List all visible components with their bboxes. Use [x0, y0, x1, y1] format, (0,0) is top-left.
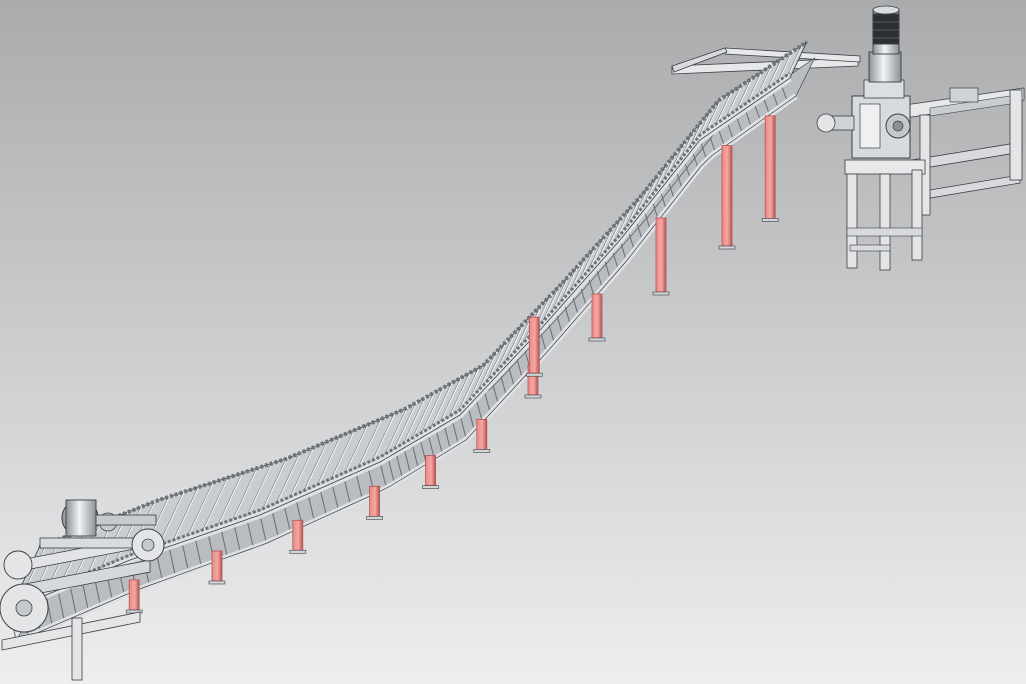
leg-foot [525, 372, 543, 377]
support-leg [211, 550, 223, 582]
motor-icon [868, 5, 902, 83]
conveyor-scene [0, 0, 1026, 684]
support-leg [655, 217, 667, 293]
leg-foot [422, 485, 439, 489]
leg-foot [761, 218, 779, 222]
cad-viewport [0, 0, 1026, 684]
leg-foot [473, 449, 491, 453]
support-leg [128, 579, 140, 611]
leg-foot [652, 291, 670, 296]
support-leg [764, 115, 776, 219]
leg-foot [588, 337, 606, 342]
support-leg [591, 293, 603, 339]
support-leg [425, 455, 437, 486]
leg-foot [208, 580, 226, 585]
support-leg [476, 418, 488, 450]
support-leg [721, 145, 733, 247]
leg-foot [366, 516, 383, 520]
support-leg [528, 316, 540, 374]
leg-foot [524, 394, 542, 399]
leg-foot [289, 549, 307, 554]
support-leg [369, 485, 381, 517]
leg-foot [718, 245, 736, 250]
support-leg [292, 519, 304, 551]
